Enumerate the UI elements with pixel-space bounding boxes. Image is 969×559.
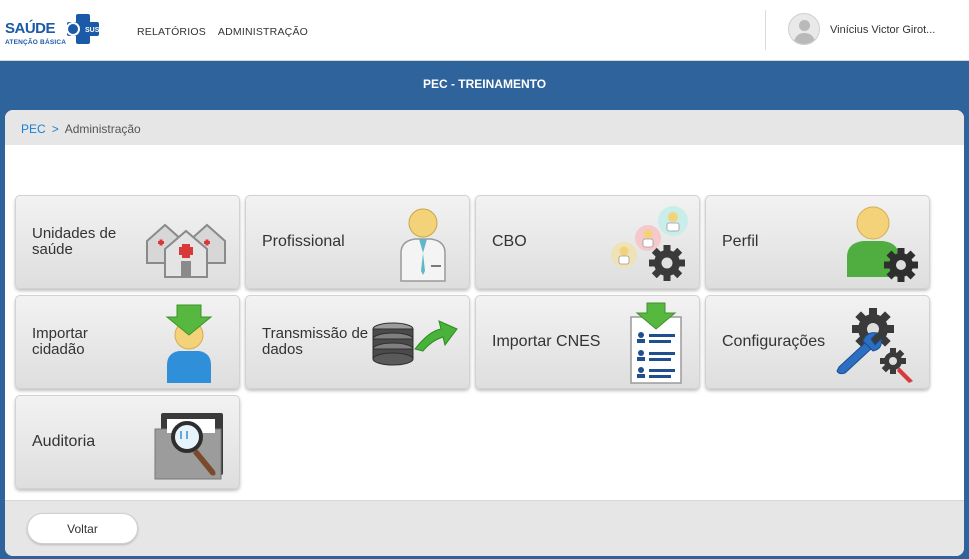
breadcrumb-bar: PEC > Administração [5,110,964,145]
data-transmission-icon [372,320,458,366]
top-header: SAÚDE ATENÇÃO BÁSICA SUS RELATÓRIOS ADMI… [0,0,969,61]
logo-wordmark: SAÚDE [5,20,56,37]
tile-cbo[interactable]: CBO [475,195,700,289]
top-navigation: RELATÓRIOS ADMINISTRAÇÃO [137,26,308,38]
user-name: Vinícius Victor Girot... [830,24,936,36]
user-menu[interactable]: Vinícius Victor Girot... [765,10,969,50]
nav-relatorios[interactable]: RELATÓRIOS [137,26,206,38]
tile-perfil[interactable]: Perfil [705,195,930,289]
breadcrumb-separator: > [51,122,59,136]
tile-auditoria[interactable]: Auditoria [15,395,240,489]
logo-subtitle: ATENÇÃO BÁSICA [5,39,67,46]
breadcrumb: PEC > Administração [21,122,141,136]
breadcrumb-pec-link[interactable]: PEC [21,122,46,136]
tile-transmissao-de-dados[interactable]: Transmissão de dados [245,295,470,389]
settings-wrench-icon [836,308,913,383]
audit-magnifier-icon [154,413,223,480]
tile-label: Configurações [722,332,826,350]
avatar[interactable] [788,13,820,45]
professional-icon [400,208,446,282]
tile-label: Auditoria [32,432,96,450]
tile-label: Unidades de saúde [32,225,117,258]
health-units-icon [146,223,226,278]
nav-administracao[interactable]: ADMINISTRAÇÃO [218,26,308,38]
back-button[interactable]: Voltar [27,513,138,544]
profile-gear-icon [847,206,918,282]
footer-bar: Voltar [5,500,964,556]
cbo-icon [611,206,688,281]
tile-label: Profissional [262,232,345,250]
main-panel: PEC > Administração Unidades de saúde Pr… [5,110,964,556]
tile-importar-cidadao[interactable]: Importar cidadão [15,295,240,389]
tile-importar-cnes[interactable]: Importar CNES [475,295,700,389]
tile-label: Importar cidadão [32,325,88,358]
tile-label: Transmissão de dados [262,325,369,358]
tile-label: Importar CNES [492,332,601,350]
system-title: PEC - TREINAMENTO [422,77,547,91]
import-citizen-icon [165,304,213,383]
tile-configuracoes[interactable]: Configurações [705,295,930,389]
sus-cross-icon: SUS [66,14,100,44]
tile-label: Perfil [722,232,759,250]
tile-unidades-de-saude[interactable]: Unidades de saúde [15,195,240,289]
saude-esus-logo[interactable]: SAÚDE ATENÇÃO BÁSICA SUS [5,14,101,50]
svg-text:SUS: SUS [85,27,100,34]
tile-profissional[interactable]: Profissional [245,195,470,289]
tile-label: CBO [492,232,527,250]
breadcrumb-current: Administração [64,122,141,136]
import-cnes-icon [630,302,682,384]
